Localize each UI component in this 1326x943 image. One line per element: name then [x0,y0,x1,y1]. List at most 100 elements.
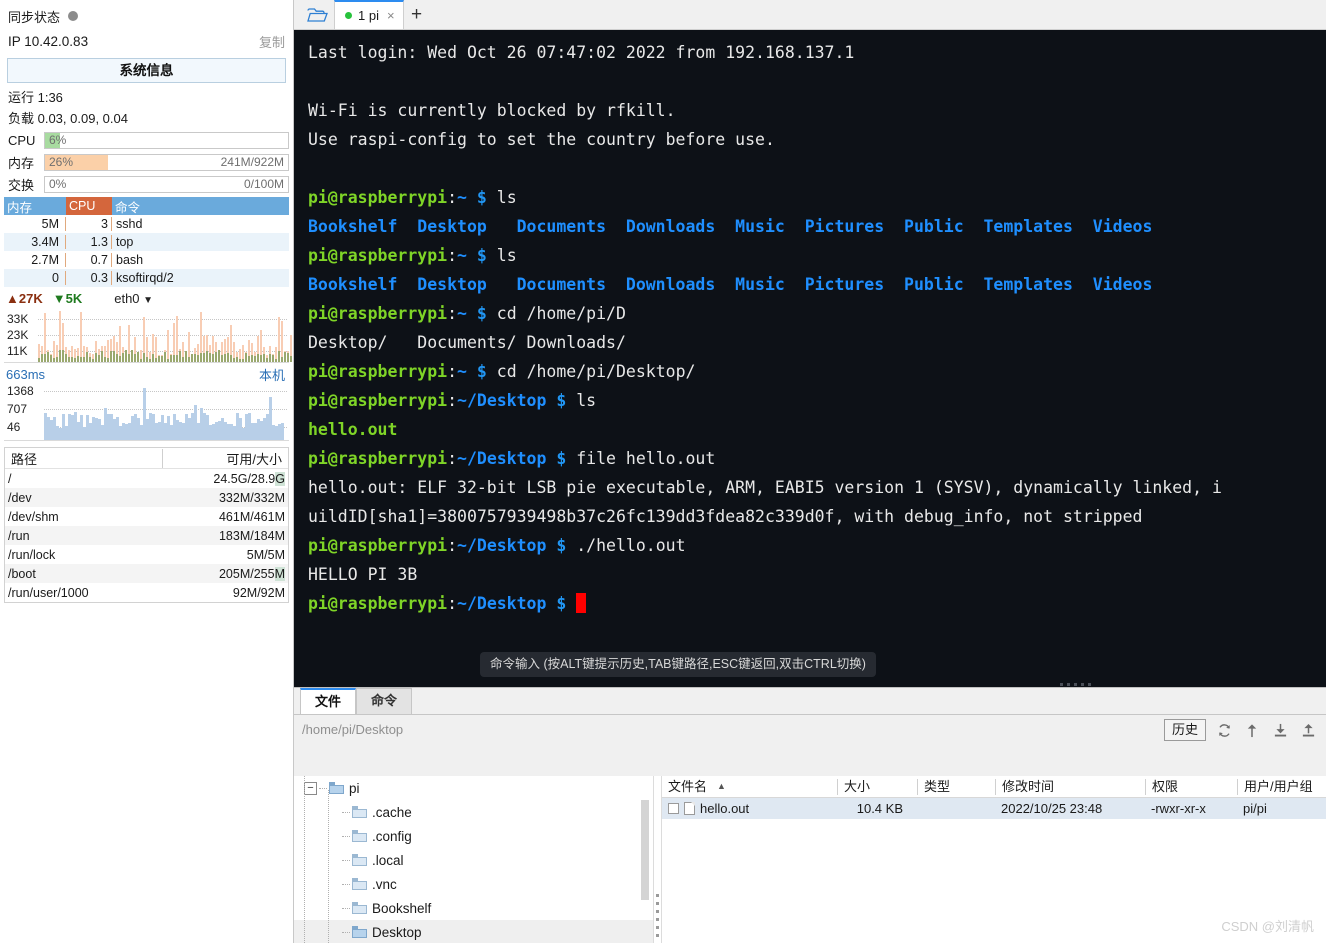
tree-list-splitter[interactable] [654,776,662,943]
col-header-path[interactable]: 路径 [5,449,162,468]
ip-address-row: IP 10.42.0.83 复制 [0,29,293,53]
disk-row[interactable]: / 24.5G/28.9G [5,469,288,488]
refresh-icon[interactable] [1214,719,1234,741]
history-button[interactable]: 历史 [1163,719,1206,741]
terminal-text: $ [476,246,487,265]
file-col-header-2[interactable]: 类型 [917,778,995,795]
tree-expander-icon[interactable]: − [304,781,317,795]
latency-axis-label: 707 [7,402,28,416]
disk-row[interactable]: /dev/shm 461M/461M [5,507,288,526]
terminal-text: $ [476,188,487,207]
tree-scrollbar[interactable] [641,800,649,900]
tree-item-dot-cache[interactable]: .cache [294,800,653,824]
file-owner: pi/pi [1243,801,1267,816]
terminal-text: pi@raspberrypi [308,391,448,410]
terminal-text: pi@raspberrypi [308,536,448,555]
network-download-bar [122,352,124,362]
terminal-text: Desktop/ Documents/ Downloads/ [308,333,626,352]
disk-path: /dev/shm [8,509,59,524]
network-download-bar [119,355,121,362]
col-header-cpu[interactable]: CPU [66,197,112,215]
terminal-text: cd /home/pi/D [486,304,626,323]
terminal-text: pi@raspberrypi [308,246,448,265]
file-col-header-5[interactable]: 用户/用户组 [1237,778,1326,795]
tree-item-Bookshelf[interactable]: Bookshelf [294,896,653,920]
new-tab-button[interactable]: + [404,1,430,29]
file-col-header-1[interactable]: 大小 [837,778,917,795]
disk-row[interactable]: /run/lock 5M/5M [5,545,288,564]
tree-item-dot-vnc[interactable]: .vnc [294,872,653,896]
network-download-bar [215,351,217,362]
file-list-header: 文件名 ▲ 大小 类型 修改时间 权限 用户/用户组 [662,776,1326,798]
process-row[interactable]: 3.4M 1.3 top [4,233,289,251]
disk-row[interactable]: /run 183M/184M [5,526,288,545]
process-row[interactable]: 2.7M 0.7 bash [4,251,289,269]
terminal-cursor [576,593,587,613]
terminal-output[interactable]: Last login: Wed Oct 26 07:47:02 2022 fro… [294,30,1326,687]
terminal-line: Wi-Fi is currently blocked by rfkill. [308,96,1326,125]
terminal-line: Desktop/ Documents/ Downloads/ [308,328,1326,357]
network-download-bar [92,358,94,362]
disk-row[interactable]: /run/user/1000 92M/92M [5,583,288,602]
network-download-bar [47,351,49,362]
col-header-available[interactable]: 可用/大小 [162,448,288,468]
file-col-header-4[interactable]: 权限 [1145,778,1237,795]
file-size: 10.4 KB [856,801,903,816]
process-command: top [116,235,134,249]
network-download-bar [89,357,91,362]
terminal-text: ./hello.out [566,536,686,555]
file-col-header-0[interactable]: 文件名 ▲ [662,779,837,795]
file-browser-pane: 文件命令 历史 [294,687,1326,943]
disk-available: 183M/184M [218,528,285,543]
terminal-text: ls [486,188,517,207]
terminal-text: : [447,246,458,265]
network-download-bar [278,351,280,362]
terminal-text: $ [556,391,567,410]
col-header-command[interactable]: 命令 [112,197,289,216]
network-interface-selector[interactable]: eth0 ▼ [114,291,153,306]
disk-row[interactable]: /boot 205M/255M [5,564,288,583]
tree-item-Desktop[interactable]: Desktop [294,920,653,943]
upload-icon[interactable] [1298,719,1318,741]
terminal-text: pi@raspberrypi [308,304,448,323]
row-checkbox[interactable] [668,803,679,814]
system-info-button[interactable]: 系统信息 [7,58,286,83]
network-download-bar [284,352,286,362]
terminal-text: ~/Desktop [457,449,547,468]
tree-connector [342,859,350,861]
network-download-bar [212,354,214,362]
network-download-bar [50,354,52,362]
disk-path: / [8,471,12,486]
ip-address-text: IP 10.42.0.83 [8,33,89,49]
network-download-bar [266,358,268,362]
open-folder-icon[interactable] [300,0,334,29]
file-icon [684,802,695,815]
network-download-bar [248,356,250,362]
file-row[interactable]: hello.out 10.4 KB 2022/10/25 23:48 -rwxr-xr… [662,798,1326,819]
file-col-header-3[interactable]: 修改时间 [995,778,1145,795]
terminal-tab-1[interactable]: 1 pi × [334,0,404,29]
file-panel-tab-0[interactable]: 文件 [300,688,357,714]
tab-status-dot-icon [345,12,352,19]
disk-row[interactable]: /dev 332M/332M [5,488,288,507]
parent-directory-icon[interactable] [1242,719,1262,741]
tree-item-dot-config[interactable]: .config [294,824,653,848]
disk-available: 92M/92M [232,585,285,600]
tree-item-pi[interactable]: − pi [294,776,653,800]
tree-item-dot-local[interactable]: .local [294,848,653,872]
process-command: sshd [116,217,143,231]
process-row[interactable]: 5M 3 sshd [4,215,289,233]
close-icon[interactable]: × [387,8,395,23]
path-input[interactable] [298,719,1156,741]
file-panel-tab-1[interactable]: 命令 [356,688,413,714]
terminal-text: $ [556,594,567,613]
copy-ip-button[interactable]: 复制 [259,32,285,51]
network-download-bar [167,359,169,362]
download-icon[interactable] [1270,719,1290,741]
path-toolbar: 历史 [294,715,1326,745]
process-row[interactable]: 0 0.3 ksoftirqd/2 [4,269,289,287]
col-header-memory[interactable]: 内存 [4,197,66,216]
pane-splitter-handle[interactable] [1060,683,1091,686]
